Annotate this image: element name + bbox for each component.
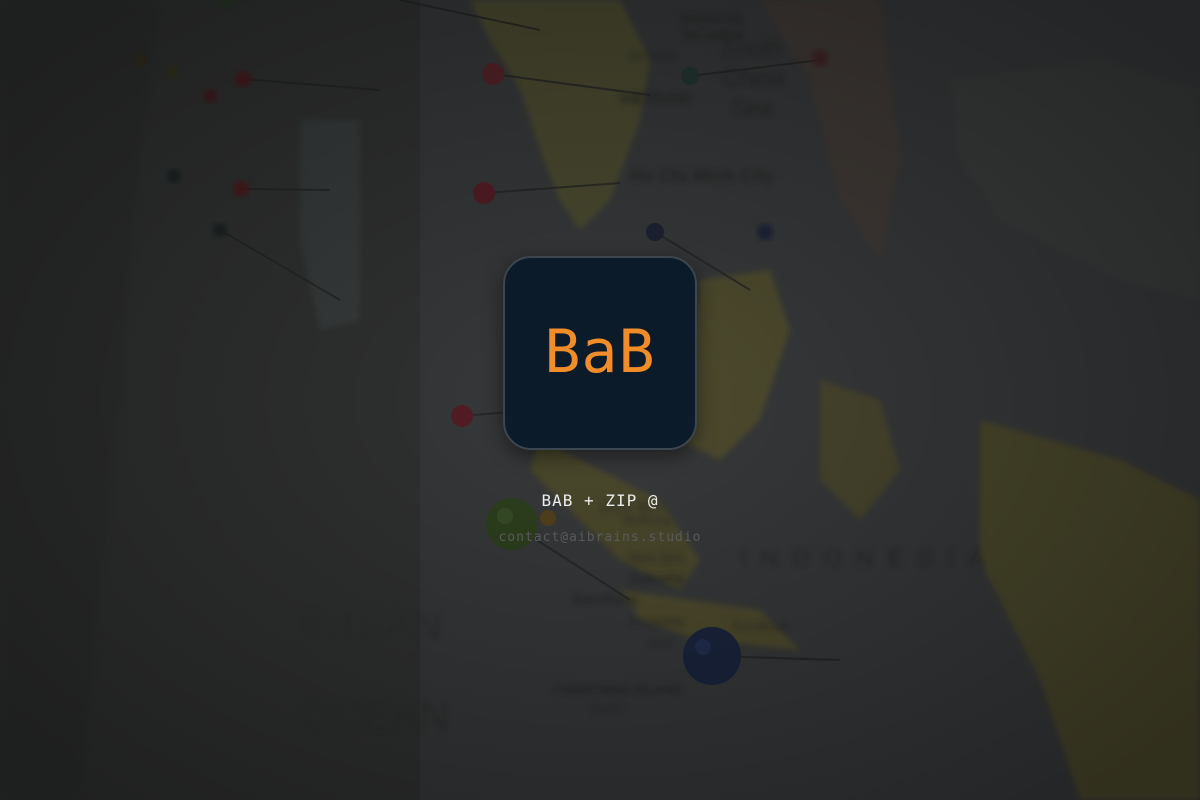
splash-content: BaB BAB + ZIP @ contact@aibrains.studio	[0, 0, 1200, 800]
headline-text: BAB + ZIP @	[541, 491, 659, 510]
contact-email-link[interactable]: contact@aibrains.studio	[0, 530, 1200, 546]
bab-logo: BaB	[503, 256, 697, 450]
logo-text: BaB	[544, 317, 656, 387]
